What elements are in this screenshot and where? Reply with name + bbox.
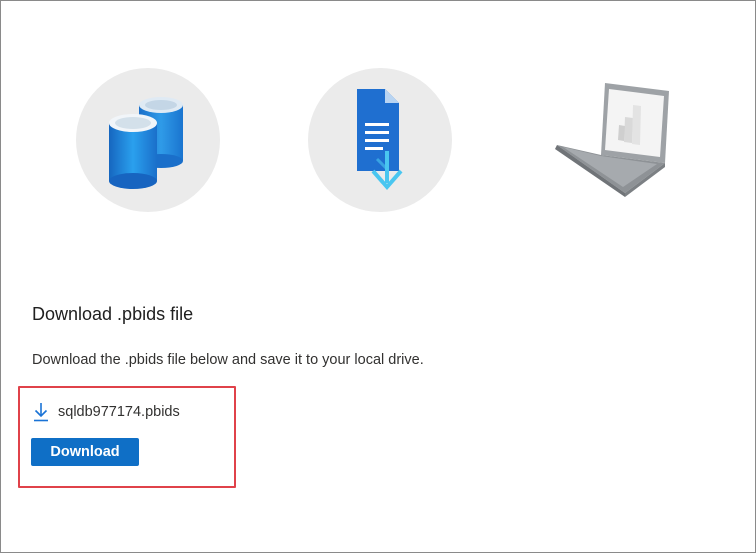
laptop-icon	[541, 67, 687, 213]
document-download-icon	[307, 67, 453, 213]
file-name[interactable]: sqldb977174.pbids	[58, 404, 180, 420]
section-title: Download .pbids file	[32, 304, 194, 324]
download-button[interactable]: Download	[31, 438, 139, 466]
file-download-link[interactable]: sqldb977174.pbids	[32, 400, 180, 424]
database-icon	[75, 67, 221, 213]
section-description: Download the .pbids file below and save …	[32, 352, 424, 368]
dialog-panel: Download .pbids file Download the .pbids…	[0, 0, 756, 553]
download-arrow-icon	[32, 402, 50, 422]
